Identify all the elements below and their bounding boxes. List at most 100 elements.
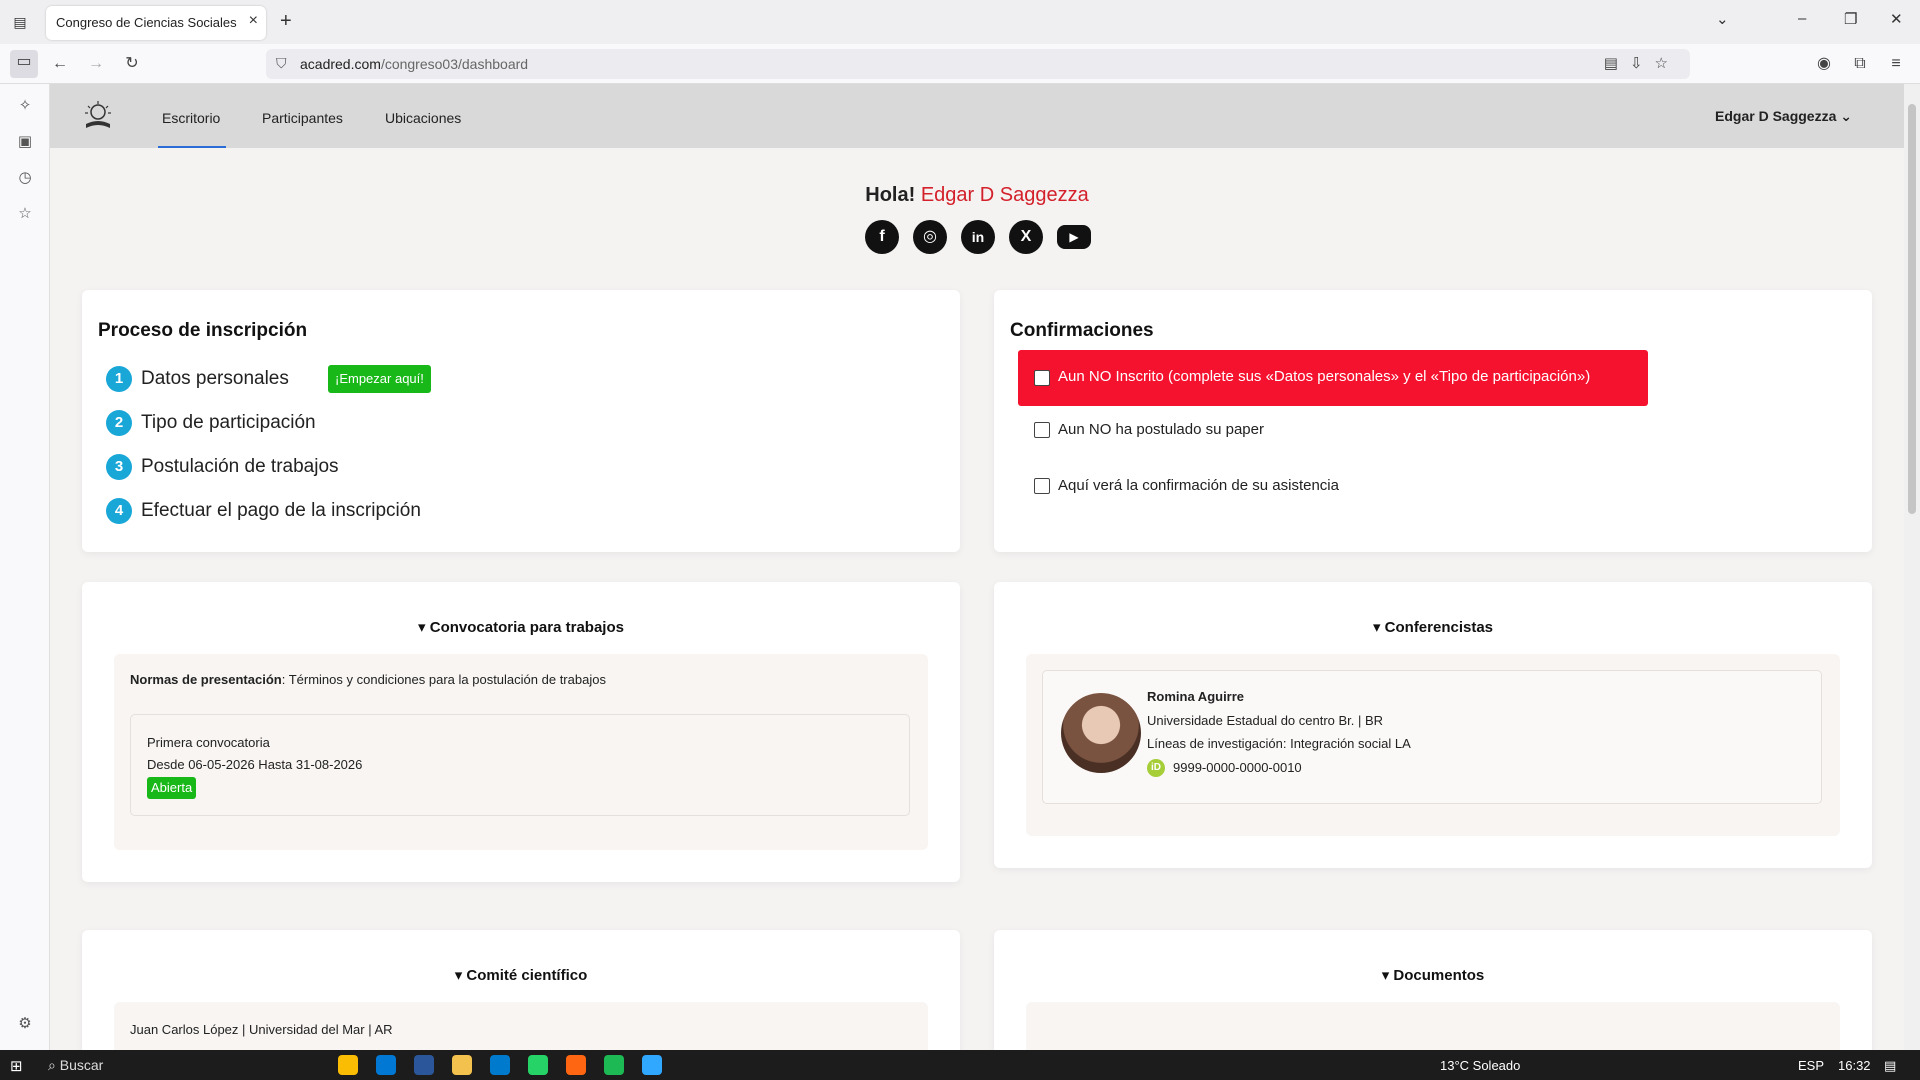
browser-sidebar: ✧ ▣ ◷ ☆ ⚙ — [0, 84, 50, 1050]
forward-icon[interactable]: → — [84, 52, 108, 76]
step-number: 4 — [106, 498, 132, 524]
close-window-icon[interactable]: ✕ — [1890, 10, 1903, 28]
url-text[interactable]: acadred.com/congreso03/dashboard — [300, 56, 528, 72]
committee-content: Juan Carlos López | Universidad del Mar … — [114, 1002, 928, 1050]
attendance-checkbox[interactable] — [1034, 478, 1050, 494]
reload-icon[interactable]: ↻ — [120, 52, 144, 76]
url-actions[interactable]: ▤⇩☆ — [1604, 54, 1680, 72]
account-icon[interactable]: ◉ — [1812, 52, 1836, 76]
call-content: Normas de presentación: Términos y condi… — [114, 654, 928, 850]
bookmarks-icon[interactable]: ☆ — [15, 204, 35, 224]
close-tab-icon[interactable]: × — [249, 12, 258, 30]
confirm-text: Aun NO Inscrito (complete sus «Datos per… — [1058, 368, 1591, 385]
facebook-icon[interactable]: f — [865, 220, 899, 254]
committee-member: Juan Carlos López | Universidad del Mar … — [130, 1022, 393, 1037]
taskbar-search[interactable]: ⌕ Buscar — [48, 1057, 103, 1074]
paper-checkbox[interactable] — [1034, 422, 1050, 438]
step-label[interactable]: Efectuar el pago de la inscripción — [141, 500, 421, 522]
address-bar[interactable]: ⛉ acadred.com/congreso03/dashboard ▤⇩☆ — [266, 49, 1690, 79]
site-logo[interactable] — [80, 98, 116, 134]
notifications-icon[interactable]: ▤ — [1884, 1058, 1896, 1074]
edge-icon[interactable] — [376, 1055, 396, 1075]
step-number: 2 — [106, 410, 132, 436]
linkedin-icon[interactable]: in — [961, 220, 995, 254]
vscode-icon[interactable] — [490, 1055, 510, 1075]
confirm-registration: Aun NO Inscrito (complete sus «Datos per… — [1018, 350, 1648, 406]
confirm-text: Aquí verá la confirmación de su asistenc… — [1058, 477, 1339, 494]
spotify-icon[interactable] — [604, 1055, 624, 1075]
documents-content — [1026, 1002, 1840, 1050]
nav-ubicaciones[interactable]: Ubicaciones — [385, 110, 461, 126]
confirm-text: Aun NO ha postulado su paper — [1058, 421, 1264, 438]
step-label[interactable]: Tipo de participación — [141, 412, 316, 434]
site-navbar: Escritorio Participantes Ubicaciones Edg… — [50, 84, 1904, 148]
chrome-icon[interactable] — [338, 1055, 358, 1075]
registered-checkbox[interactable] — [1034, 370, 1050, 386]
step-number: 3 — [106, 454, 132, 480]
call-entry-title: Primera convocatoria — [147, 735, 270, 750]
confirmations-title: Confirmaciones — [1010, 320, 1154, 341]
language-indicator[interactable]: ESP — [1798, 1058, 1824, 1073]
instagram-icon[interactable]: ◎ — [913, 220, 947, 254]
browser-toolbar: ▭ ← → ↻ ⛉ acadred.com/congreso03/dashboa… — [0, 44, 1920, 84]
speaker-orcid[interactable]: 9999-0000-0000-0010 — [1173, 760, 1302, 775]
nav-escritorio[interactable]: Escritorio — [162, 110, 220, 126]
call-entry: Primera convocatoria Desde 06-05-2026 Ha… — [130, 714, 910, 816]
extensions-icon[interactable]: ⧉ — [1848, 52, 1872, 76]
os-taskbar: ⊞ ⌕ Buscar 13°C Soleado ESP 16:32 ▤ — [0, 1050, 1920, 1080]
speaker-institution: Universidade Estadual do centro Br. | BR — [1147, 713, 1384, 728]
speaker-item: Romina Aguirre Universidade Estadual do … — [1042, 670, 1822, 804]
maximize-icon[interactable]: ❐ — [1844, 10, 1857, 28]
back-icon[interactable]: ← — [48, 52, 72, 76]
nav-participantes[interactable]: Participantes — [262, 110, 343, 126]
sidebar-toggle-icon[interactable]: ▭ — [10, 50, 38, 78]
step-label[interactable]: Datos personales — [141, 368, 289, 390]
x-icon[interactable]: X — [1009, 220, 1043, 254]
user-menu[interactable]: Edgar D Saggezza ⌄ — [1715, 108, 1852, 125]
call-entry-dates: Desde 06-05-2026 Hasta 31-08-2026 — [147, 757, 363, 772]
documents-toggle[interactable]: ▾ Documentos — [994, 966, 1872, 984]
photoshop-icon[interactable] — [642, 1055, 662, 1075]
firefox-icon[interactable] — [566, 1055, 586, 1075]
menu-icon[interactable]: ≡ — [1884, 52, 1908, 76]
greeting: Hola! Edgar D Saggezza — [865, 184, 1089, 206]
tab-list-icon[interactable]: ▤ — [10, 12, 30, 32]
call-toggle[interactable]: ▾ Convocatoria para trabajos — [82, 618, 960, 636]
weather-widget[interactable]: 13°C Soleado — [1440, 1058, 1520, 1073]
whatsapp-icon[interactable] — [528, 1055, 548, 1075]
minimize-icon[interactable]: – — [1798, 10, 1806, 27]
start-here-badge[interactable]: ¡Empezar aquí! — [328, 365, 431, 393]
synced-tabs-icon[interactable]: ▣ — [15, 132, 35, 152]
site-security-icon[interactable]: ⛉ — [276, 55, 287, 72]
confirm-attendance: Aquí verá la confirmación de su asistenc… — [1018, 472, 1648, 524]
history-icon[interactable]: ◷ — [15, 168, 35, 188]
confirmations-card: Confirmaciones Aun NO Inscrito (complete… — [994, 290, 1872, 552]
windows-start-icon[interactable]: ⊞ — [10, 1057, 23, 1075]
clock[interactable]: 16:32 — [1838, 1058, 1871, 1073]
new-tab-icon[interactable]: + — [280, 10, 292, 33]
orcid-icon: iD — [1147, 759, 1165, 777]
registration-card: Proceso de inscripción 1 Datos personale… — [82, 290, 960, 552]
speakers-card: ▾ Conferencistas Romina Aguirre Universi… — [994, 582, 1872, 868]
step-number: 1 — [106, 366, 132, 392]
page-scrollbar[interactable] — [1904, 84, 1920, 1050]
tab-title: Congreso de Ciencias Sociales — [56, 15, 237, 30]
scroll-thumb[interactable] — [1908, 104, 1916, 514]
settings-gear-icon[interactable]: ⚙ — [15, 1014, 35, 1034]
browser-tabbar: ▤ Congreso de Ciencias Sociales × + ⌄ – … — [0, 0, 1920, 44]
youtube-icon[interactable]: ▶ — [1057, 225, 1091, 249]
active-nav-indicator — [158, 146, 226, 148]
tab-overflow-icon[interactable]: ⌄ — [1716, 10, 1729, 28]
committee-card: ▾ Comité científico Juan Carlos López | … — [82, 930, 960, 1050]
word-icon[interactable] — [414, 1055, 434, 1075]
ai-sparkle-icon[interactable]: ✧ — [15, 96, 35, 116]
page-content: Escritorio Participantes Ubicaciones Edg… — [50, 84, 1904, 1050]
committee-toggle[interactable]: ▾ Comité científico — [82, 966, 960, 984]
browser-tab[interactable]: Congreso de Ciencias Sociales × — [46, 6, 266, 40]
confirm-paper: Aun NO ha postulado su paper — [1018, 416, 1648, 468]
file-explorer-icon[interactable] — [452, 1055, 472, 1075]
norms-link[interactable]: Normas de presentación — [130, 672, 282, 687]
speaker-research: Líneas de investigación: Integración soc… — [1147, 736, 1411, 751]
speakers-toggle[interactable]: ▾ Conferencistas — [994, 618, 1872, 636]
step-label[interactable]: Postulación de trabajos — [141, 456, 339, 478]
